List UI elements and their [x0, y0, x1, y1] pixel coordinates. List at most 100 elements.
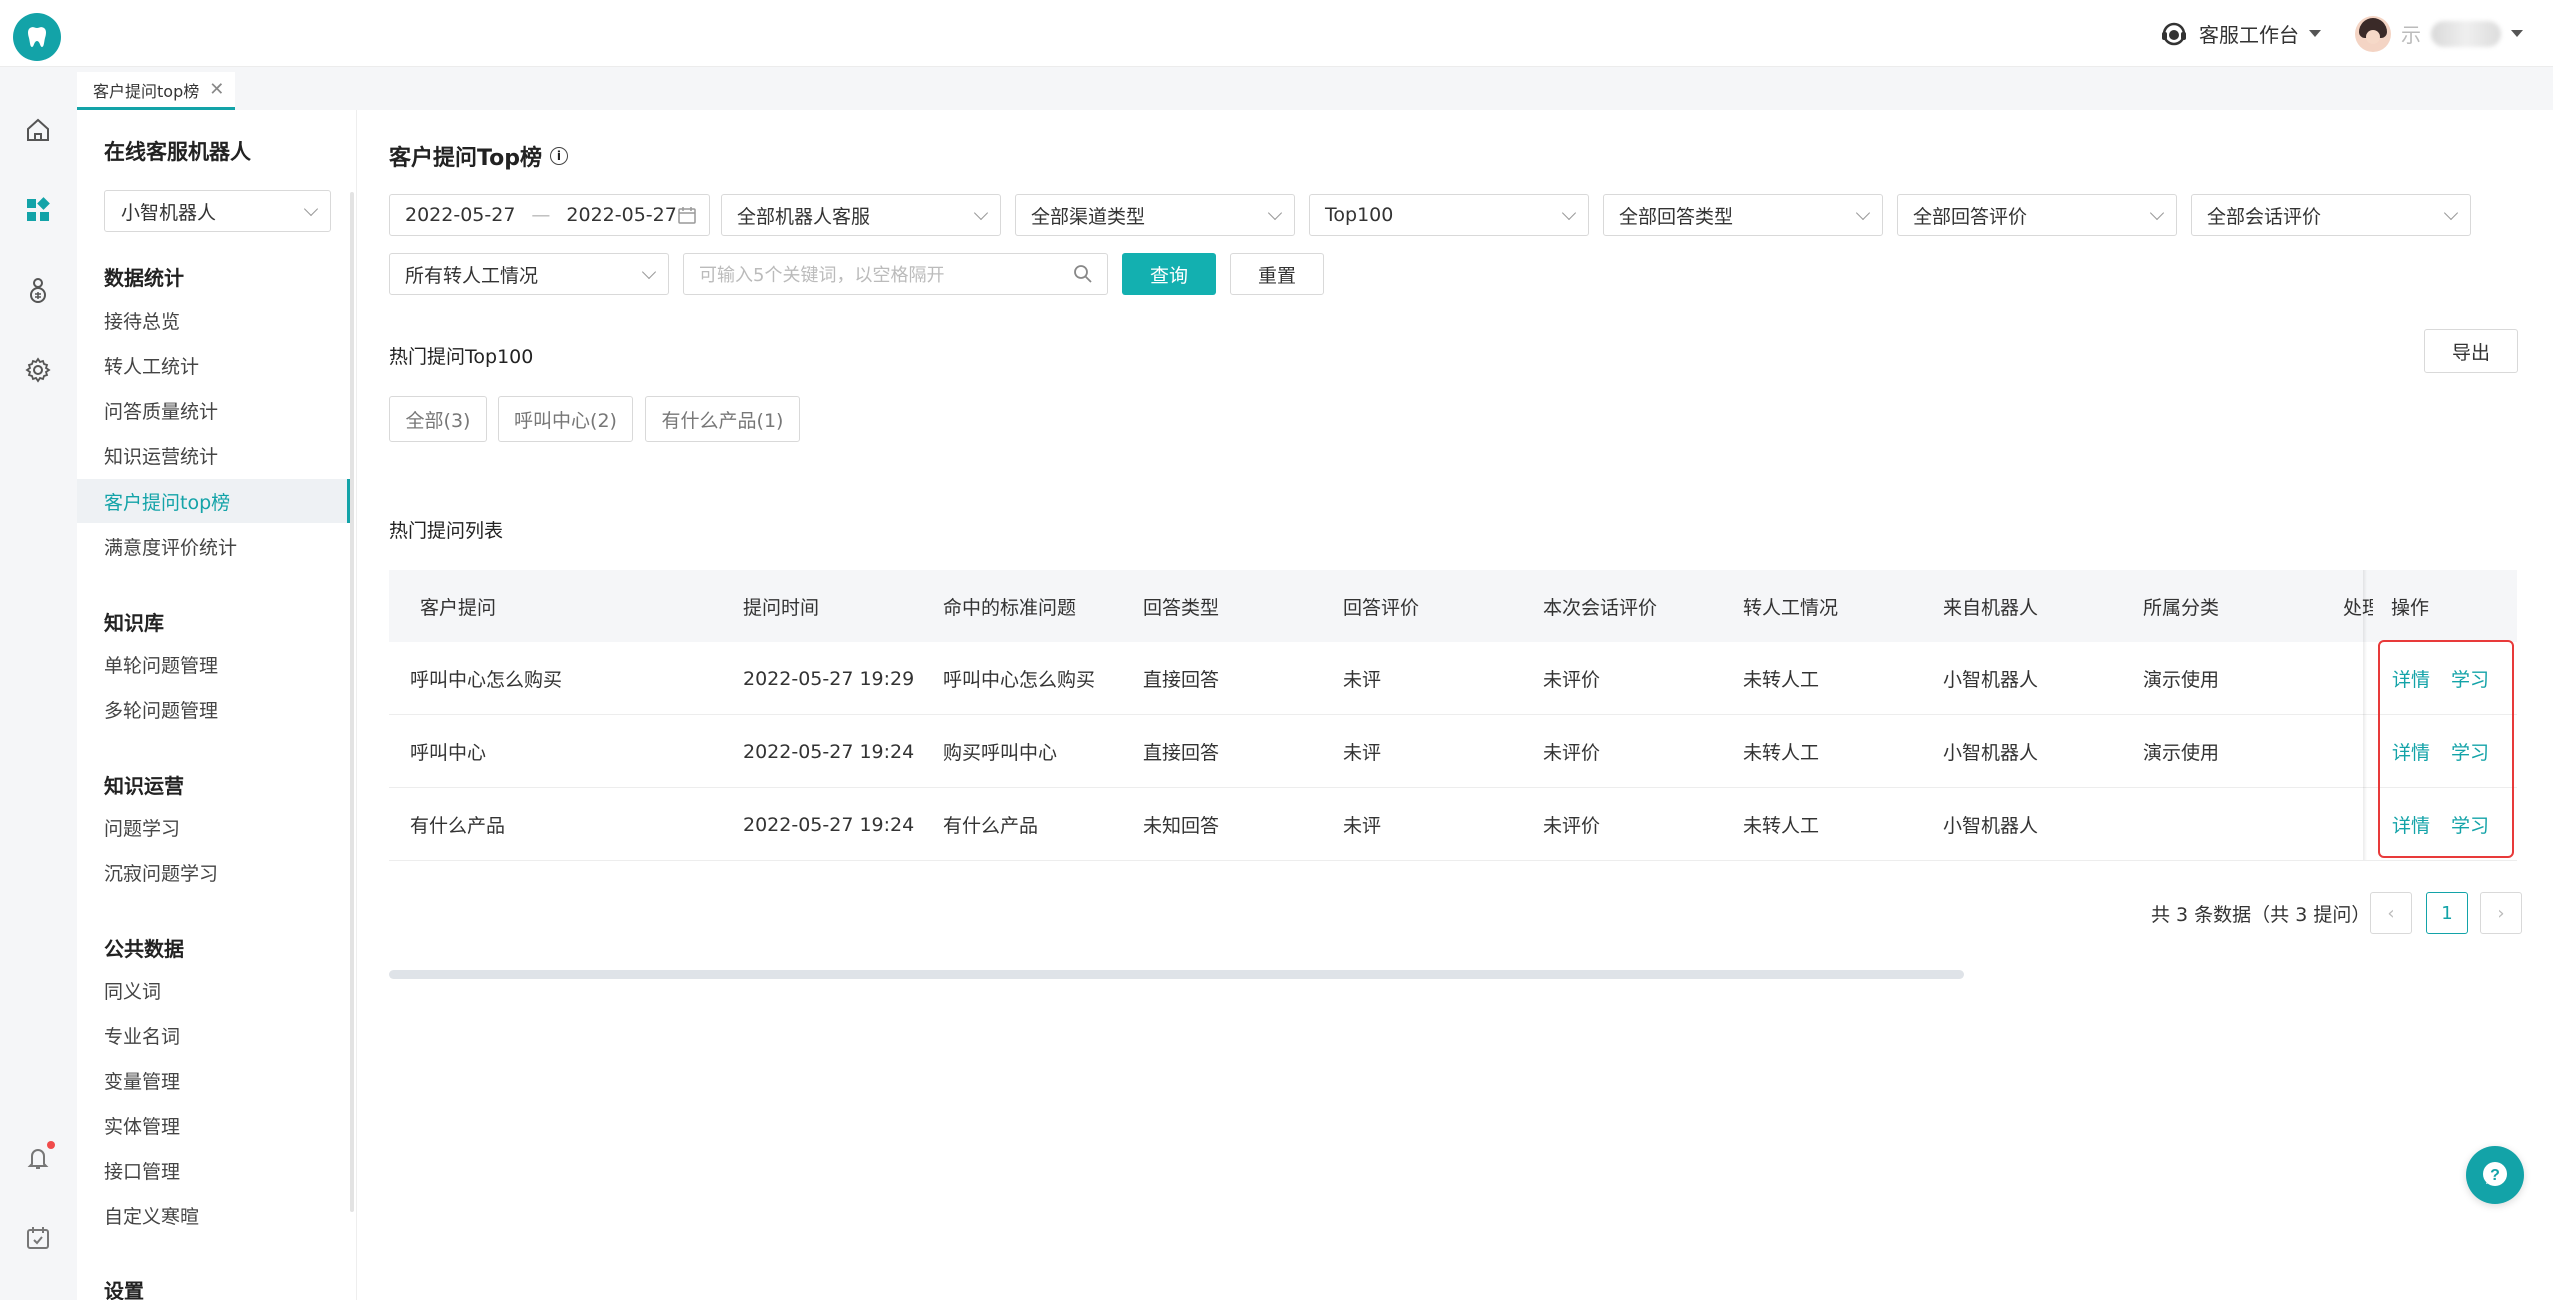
- detail-link[interactable]: 详情: [2392, 788, 2430, 861]
- cell-answer-type: 直接回答: [1143, 742, 1220, 764]
- user-menu[interactable]: 示: [2355, 15, 2523, 52]
- subnav-scrollbar[interactable]: [350, 192, 354, 1212]
- notification-dot: [47, 1141, 55, 1149]
- user-name-initial: 示: [2401, 23, 2421, 47]
- date-start: 2022-05-27: [405, 204, 516, 226]
- help-chat-button[interactable]: ?: [2466, 1146, 2524, 1204]
- session-rating-select[interactable]: 全部会话评价: [2191, 194, 2471, 236]
- learn-link-label[interactable]: 学习: [2451, 665, 2489, 692]
- learn-link[interactable]: 学习: [2451, 715, 2489, 788]
- pagination-prev-button[interactable]: ‹: [2370, 892, 2412, 934]
- export-button[interactable]: 导出: [2424, 329, 2518, 373]
- sidebar-item-question-learning[interactable]: 问题学习: [77, 805, 350, 849]
- avatar: [2355, 15, 2391, 52]
- learn-link-label[interactable]: 学习: [2451, 811, 2489, 838]
- close-icon[interactable]: ✕: [209, 79, 224, 100]
- main-content: 客户提问Top榜 i 2022-05-27 — 2022-05-27 全部机器人…: [358, 110, 2553, 1300]
- chip-call-center[interactable]: 呼叫中心(2): [498, 396, 633, 442]
- learn-link-label[interactable]: 学习: [2451, 738, 2489, 765]
- chevron-down-icon: [973, 205, 989, 221]
- chip-all[interactable]: 全部(3): [389, 396, 487, 442]
- sidebar-item-terms[interactable]: 专业名词: [77, 1013, 350, 1057]
- column-header: 回答类型: [1143, 596, 1220, 619]
- notification-bell-icon[interactable]: [21, 1141, 55, 1175]
- cell-robot: 小智机器人: [1943, 742, 2039, 764]
- dashboard-icon[interactable]: [21, 193, 55, 227]
- cell-robot: 小智机器人: [1943, 669, 2039, 691]
- sidebar-item-synonyms[interactable]: 同义词: [77, 968, 350, 1012]
- cell-question: 呼叫中心怎么购买: [410, 669, 563, 691]
- chevron-down-icon: [1561, 205, 1577, 221]
- sidebar-item-transfer-stats[interactable]: 转人工统计: [77, 343, 350, 387]
- query-button[interactable]: 查询: [1122, 253, 1216, 295]
- reset-button[interactable]: 重置: [1230, 253, 1324, 295]
- answer-rating-select[interactable]: 全部回答评价: [1897, 194, 2177, 236]
- detail-link-label[interactable]: 详情: [2392, 738, 2430, 765]
- cell-transfer: 未转人工: [1743, 742, 1820, 764]
- hot-list-title: 热门提问列表: [389, 520, 504, 542]
- tab-customer-question-top[interactable]: 客户提问top榜 ✕: [77, 72, 235, 110]
- home-icon[interactable]: [21, 113, 55, 147]
- nav-group-knowledge-base: 知识库: [104, 611, 164, 635]
- money-bag-icon[interactable]: [21, 273, 55, 307]
- cell-robot: 小智机器人: [1943, 815, 2039, 837]
- cell-answer-rating: 未评: [1343, 669, 1382, 691]
- detail-link-label[interactable]: 详情: [2392, 665, 2430, 692]
- sidebar-item-multi-turn[interactable]: 多轮问题管理: [77, 687, 350, 731]
- question-bubble-icon: ?: [2483, 1162, 2507, 1186]
- detail-link[interactable]: 详情: [2392, 715, 2430, 788]
- sidebar-item-entities[interactable]: 实体管理: [77, 1103, 350, 1147]
- sidebar-item-custom-greetings[interactable]: 自定义寒暄: [77, 1193, 350, 1237]
- chip-products[interactable]: 有什么产品(1): [645, 396, 800, 442]
- column-header: 转人工情况: [1743, 596, 1839, 619]
- headset-icon: [2162, 22, 2186, 45]
- tab-label: 客户提问top榜: [93, 81, 200, 101]
- learn-link[interactable]: 学习: [2451, 788, 2489, 861]
- info-icon[interactable]: i: [549, 147, 568, 165]
- keyword-search-input[interactable]: 可输入5个关键词，以空格隔开: [683, 253, 1108, 295]
- sub-sidebar: 在线客服机器人 小智机器人 数据统计 接待总览 转人工统计 问答质量统计 知识运…: [77, 110, 357, 1300]
- table-horizontal-scrollbar[interactable]: [389, 970, 1964, 979]
- cell-time: 2022-05-27 19:24: [743, 740, 915, 763]
- icon-rail: [0, 67, 77, 1300]
- page-title: 客户提问Top榜 i: [389, 140, 568, 172]
- robot-filter-select[interactable]: 全部机器人客服: [721, 194, 1001, 236]
- calendar-check-icon[interactable]: [21, 1221, 55, 1255]
- answer-type-select[interactable]: 全部回答类型: [1603, 194, 1883, 236]
- cell-answer-type: 直接回答: [1143, 669, 1220, 691]
- channel-filter-select[interactable]: 全部渠道类型: [1015, 194, 1295, 236]
- sidebar-item-single-turn[interactable]: 单轮问题管理: [77, 642, 350, 686]
- cell-standard-question: 有什么产品: [943, 815, 1039, 837]
- detail-link[interactable]: 详情: [2392, 642, 2430, 715]
- detail-link-label[interactable]: 详情: [2392, 811, 2430, 838]
- column-header: 客户提问: [420, 596, 497, 619]
- pagination-page-1[interactable]: 1: [2426, 892, 2468, 934]
- sidebar-item-silent-question-learning[interactable]: 沉寂问题学习: [77, 850, 350, 894]
- page-title-text: 客户提问Top榜: [389, 146, 542, 171]
- sidebar-item-reception-overview[interactable]: 接待总览: [77, 298, 350, 342]
- chevron-down-icon: [2309, 30, 2321, 37]
- cell-answer-type: 未知回答: [1143, 815, 1220, 837]
- sidebar-item-satisfaction-stats[interactable]: 满意度评价统计: [77, 524, 350, 568]
- learn-link[interactable]: 学习: [2451, 642, 2489, 715]
- chevron-down-icon: [1855, 205, 1871, 221]
- top-n-select[interactable]: Top100: [1309, 194, 1589, 236]
- app-logo-tooth-icon[interactable]: [13, 13, 61, 61]
- nav-group-data-stats: 数据统计: [104, 266, 184, 290]
- workbench-menu[interactable]: 客服工作台: [2159, 19, 2321, 49]
- search-icon[interactable]: [1073, 264, 1093, 289]
- channel-filter-value: 全部渠道类型: [1031, 205, 1146, 228]
- robot-select[interactable]: 小智机器人: [104, 190, 331, 232]
- sidebar-item-interfaces[interactable]: 接口管理: [77, 1148, 350, 1192]
- date-range-picker[interactable]: 2022-05-27 — 2022-05-27: [389, 194, 710, 236]
- sidebar-item-knowledge-ops-stats[interactable]: 知识运营统计: [77, 433, 350, 477]
- sidebar-item-variables[interactable]: 变量管理: [77, 1058, 350, 1102]
- settings-gear-icon[interactable]: [21, 353, 55, 387]
- sidebar-item-qa-quality-stats[interactable]: 问答质量统计: [77, 388, 350, 432]
- pagination-next-button[interactable]: ›: [2480, 892, 2522, 934]
- cell-answer-rating: 未评: [1343, 815, 1382, 837]
- transfer-filter-select[interactable]: 所有转人工情况: [389, 253, 669, 295]
- sidebar-item-customer-question-top[interactable]: 客户提问top榜: [77, 479, 350, 523]
- workbench-label: 客服工作台: [2199, 23, 2299, 47]
- chevron-down-icon: [641, 264, 657, 280]
